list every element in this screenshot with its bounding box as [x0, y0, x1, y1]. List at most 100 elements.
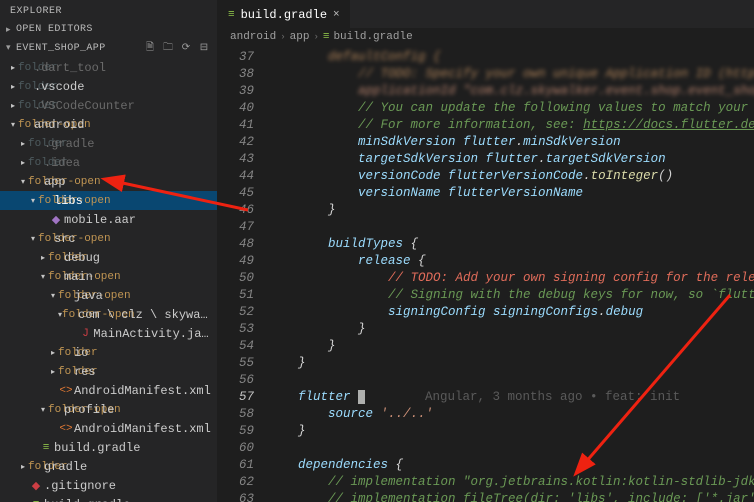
code-line[interactable]: // TODO: Specify your own unique Applica… [268, 66, 754, 83]
code-line[interactable]: versionName flutterVersionName [268, 185, 754, 202]
code-line[interactable]: // You can update the following values t… [268, 100, 754, 117]
code-line[interactable] [268, 440, 754, 457]
tree-item[interactable]: ▸folder.idea [0, 153, 217, 172]
chevron-icon: ▾ [28, 234, 38, 244]
file-icon: folder-open [62, 309, 78, 321]
code-line[interactable]: } [268, 423, 754, 440]
explorer-title: EXPLORER [0, 0, 217, 21]
code-line[interactable]: targetSdkVersion flutter.targetSdkVersio… [268, 151, 754, 168]
tree-item[interactable]: ≡build.gradle [0, 495, 217, 502]
code-line[interactable]: } [268, 202, 754, 219]
explorer-actions: 🗎 🗀 ⟳ ⊟ [143, 41, 211, 55]
tree-item[interactable]: <>AndroidManifest.xml [0, 381, 217, 400]
tree-item[interactable]: ▸folder.vscode [0, 77, 217, 96]
code-line[interactable]: // For more information, see: https://do… [268, 117, 754, 134]
code-line[interactable]: // Signing with the debug keys for now, … [268, 287, 754, 304]
tree-item[interactable]: ▸folder.VSCodeCounter [0, 96, 217, 115]
code-line[interactable]: source '../..' [268, 406, 754, 423]
tree-item[interactable]: ▾folder-openapp [0, 172, 217, 191]
project-section[interactable]: ▾ EVENT_SHOP_APP 🗎 🗀 ⟳ ⊟ [0, 38, 217, 58]
line-number: 37 [218, 49, 254, 66]
breadcrumb[interactable]: android › app › ≡ build.gradle [218, 28, 754, 47]
breadcrumb-item[interactable]: build.gradle [333, 31, 412, 43]
chevron-icon: ▸ [18, 462, 28, 472]
code-line[interactable]: signingConfig signingConfigs.debug [268, 304, 754, 321]
line-number: 41 [218, 117, 254, 134]
tree-item[interactable]: ▾folder-openlibs [0, 191, 217, 210]
tree-item[interactable]: ≡build.gradle [0, 438, 217, 457]
tree-item[interactable]: ▸folder.dart_tool [0, 58, 217, 77]
chevron-right-icon: › [313, 32, 318, 42]
new-folder-icon[interactable]: 🗀 [161, 41, 175, 55]
code-line[interactable]: // implementation "org.jetbrains.kotlin:… [268, 474, 754, 491]
code-line[interactable]: } [268, 321, 754, 338]
open-editors-section[interactable]: ▸ OPEN EDITORS [0, 21, 217, 38]
tree-item[interactable]: ▾folder-openprofile [0, 400, 217, 419]
tree-item[interactable]: ▾folder-opensrc [0, 229, 217, 248]
code-line[interactable]: buildTypes { [268, 236, 754, 253]
tree-item[interactable]: ▾folder-opencom \ clz \ skywalker \ even… [0, 305, 217, 324]
tree-item-label: debug [64, 251, 100, 265]
code-line[interactable]: } [268, 338, 754, 355]
tree-item-label: com \ clz \ skywalker \ event \ shop \ e… [78, 308, 213, 322]
tab-build-gradle[interactable]: ≡ build.gradle × [218, 0, 350, 28]
tree-item[interactable]: ◆mobile.aar [0, 210, 217, 229]
file-icon: ≡ [38, 442, 54, 454]
code-line[interactable]: versionCode flutterVersionCode.toInteger… [268, 168, 754, 185]
code-line[interactable]: flutter Angular, 3 months ago • feat: in… [268, 389, 754, 406]
tree-item-label: AndroidManifest.xml [74, 422, 211, 436]
tree-item-label: src [54, 232, 76, 246]
chevron-right-icon: › [280, 32, 285, 42]
line-number: 58 [218, 406, 254, 423]
tree-item[interactable]: ▸folderdebug [0, 248, 217, 267]
tree-item[interactable]: ▾folder-openjava [0, 286, 217, 305]
file-icon: folder-open [18, 119, 34, 131]
file-tree[interactable]: ▸folder.dart_tool▸folder.vscode▸folder.V… [0, 58, 217, 502]
file-icon: folder [58, 366, 74, 378]
code-area[interactable]: 3738394041424344454647484950515253545556… [218, 47, 754, 502]
tree-item[interactable]: ▸folder.gradle [0, 134, 217, 153]
tree-item-label: profile [64, 403, 114, 417]
code-line[interactable]: // implementation fileTree(dir: 'libs', … [268, 491, 754, 502]
refresh-icon[interactable]: ⟳ [179, 41, 193, 55]
tree-item[interactable]: ▸folderio [0, 343, 217, 362]
line-number: 42 [218, 134, 254, 151]
tree-item-label: mobile.aar [64, 213, 136, 227]
chevron-icon: ▾ [8, 120, 18, 130]
file-icon: folder [58, 347, 74, 359]
tree-item[interactable]: ▸folderres [0, 362, 217, 381]
tree-item[interactable]: ▸foldergradle [0, 457, 217, 476]
code-line[interactable]: defaultConfig { [268, 49, 754, 66]
line-number: 46 [218, 202, 254, 219]
gutter: 3738394041424344454647484950515253545556… [218, 47, 264, 502]
new-file-icon[interactable]: 🗎 [143, 41, 157, 55]
tree-item[interactable]: <>AndroidManifest.xml [0, 419, 217, 438]
code-line[interactable]: } [268, 355, 754, 372]
code-line[interactable]: applicationId "com.clz.skywalker.event.s… [268, 83, 754, 100]
code-line[interactable]: // TODO: Add your own signing config for… [268, 270, 754, 287]
tree-item-label: .gitignore [44, 479, 116, 493]
line-number: 52 [218, 304, 254, 321]
breadcrumb-item[interactable]: app [290, 31, 310, 43]
close-icon[interactable]: × [333, 9, 340, 21]
tree-item[interactable]: ▾folder-openandroid [0, 115, 217, 134]
open-editors-label: OPEN EDITORS [16, 24, 211, 35]
collapse-icon[interactable]: ⊟ [197, 41, 211, 55]
breadcrumb-item[interactable]: android [230, 31, 276, 43]
file-icon: folder-open [38, 195, 54, 207]
code-line[interactable]: release { [268, 253, 754, 270]
chevron-icon: ▸ [48, 367, 58, 377]
tree-item[interactable]: ▾folder-openmain [0, 267, 217, 286]
code-content[interactable]: defaultConfig { // TODO: Specify your ow… [264, 47, 754, 502]
code-line[interactable] [268, 219, 754, 236]
code-line[interactable]: dependencies { [268, 457, 754, 474]
tree-item-label: .VSCodeCounter [34, 99, 135, 113]
tree-item[interactable]: JMainActivity.java [0, 324, 217, 343]
line-number: 48 [218, 236, 254, 253]
code-line[interactable]: minSdkVersion flutter.minSdkVersion [268, 134, 754, 151]
file-icon: folder-open [48, 404, 64, 416]
tree-item[interactable]: ◆.gitignore [0, 476, 217, 495]
line-number: 53 [218, 321, 254, 338]
file-icon: ◆ [28, 479, 44, 493]
code-line[interactable] [268, 372, 754, 389]
